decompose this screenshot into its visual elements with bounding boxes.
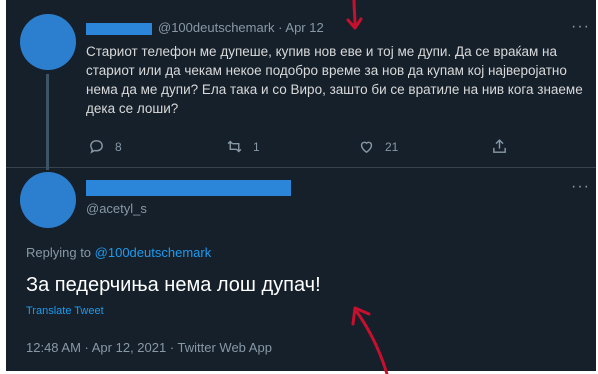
translate-tweet-link[interactable]: Translate Tweet: [26, 305, 104, 317]
user-handle[interactable]: @acetyl_s: [86, 201, 147, 216]
retweet-icon: [227, 140, 242, 153]
annotation-arrow-top: [346, 0, 363, 30]
tweet-meta: @100deutschemark · Apr 12: [158, 20, 324, 35]
tweet-date[interactable]: Apr 12: [285, 20, 323, 35]
tweet-timestamp[interactable]: 12:48 AM · Apr 12, 2021 · Twitter Web Ap…: [26, 340, 272, 355]
avatar[interactable]: [20, 14, 76, 70]
thread-connector-line: [46, 74, 49, 170]
retweet-button[interactable]: 1: [226, 138, 260, 155]
tweet-text: За педерчиња нема лош дупач!: [26, 274, 321, 296]
avatar[interactable]: [20, 172, 76, 228]
reply-icon: [90, 140, 103, 154]
reply-count: 8: [115, 139, 122, 154]
user-handle[interactable]: @100deutschemark: [158, 20, 275, 35]
reply-button[interactable]: 8: [88, 138, 122, 155]
share-button[interactable]: [491, 138, 508, 155]
annotation-arrow-bottom: [351, 306, 389, 374]
replying-to-label: Replying to: [26, 245, 92, 260]
redacted-display-name: [86, 23, 152, 35]
tweet-original[interactable]: @100deutschemark · Apr 12 ··· Стариот те…: [6, 4, 596, 170]
tweet-text: Стариот телефон ме дупеше, купив нов еве…: [86, 44, 583, 116]
share-icon: [493, 139, 506, 153]
more-options-icon[interactable]: ···: [571, 18, 590, 36]
like-count: 21: [385, 139, 399, 154]
like-button[interactable]: 21: [358, 138, 398, 155]
tweet-actions: 8 1 21: [86, 138, 546, 158]
heart-icon: [360, 141, 373, 154]
more-options-icon[interactable]: ···: [571, 178, 590, 196]
tweet-thread: @100deutschemark · Apr 12 ··· Стариот те…: [6, 0, 596, 371]
replying-to-handle-link[interactable]: @100deutschemark: [95, 245, 212, 260]
replying-to-line: Replying to @100deutschemark: [26, 245, 211, 260]
retweet-count: 1: [253, 139, 260, 154]
redacted-display-name: [86, 180, 291, 196]
